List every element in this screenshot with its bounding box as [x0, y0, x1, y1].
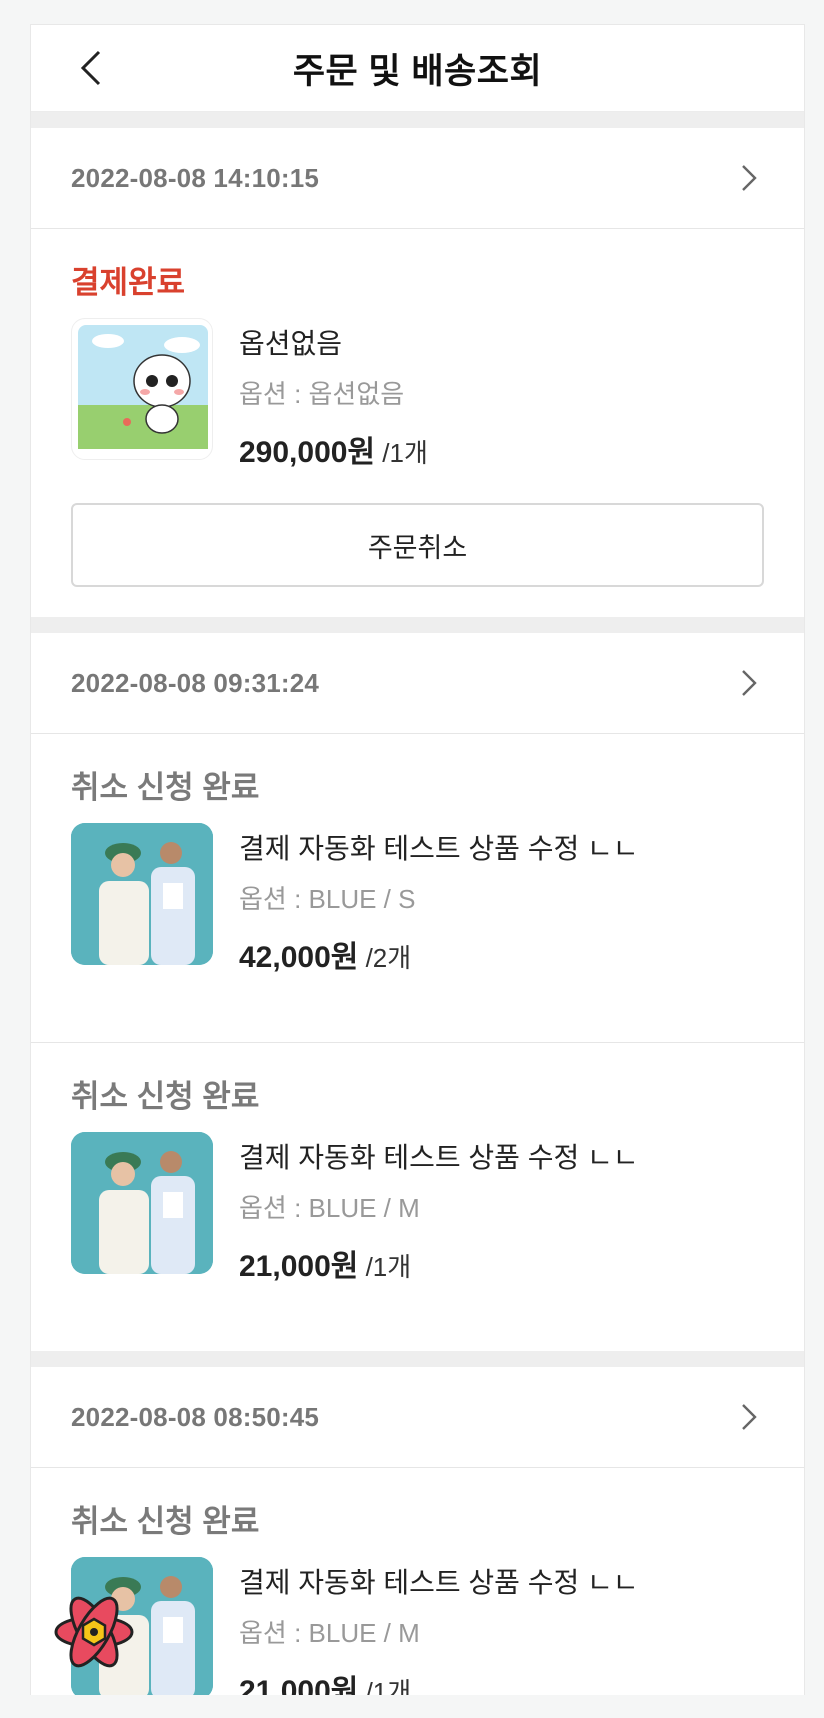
product-image[interactable]: [71, 318, 213, 460]
chevron-left-icon: [80, 50, 101, 86]
price-line: 290,000원 /1개: [239, 427, 428, 471]
section-divider: [31, 617, 804, 633]
chevron-right-icon: [734, 163, 764, 193]
product-price: 42,000원: [239, 941, 359, 974]
status-badge: 취소 신청 완료: [71, 1504, 260, 1539]
order-item: 결제완료 옵션없음 옵션: 옵션없음 290,000원 /1개 주문취소: [31, 229, 804, 587]
order-date: 2022-08-08 09:31:24: [71, 667, 320, 698]
product-image[interactable]: [71, 823, 213, 965]
chevron-right-icon: [734, 668, 764, 698]
product-name: 결제 자동화 테스트 상품 수정 ㄴㄴ: [239, 1142, 639, 1173]
order-header[interactable]: 2022-08-08 08:50:45: [31, 1367, 804, 1468]
cancel-order-button[interactable]: 주문취소: [71, 503, 764, 587]
back-button[interactable]: [69, 46, 113, 90]
status-badge: 결제완료: [71, 265, 186, 300]
product-price: 290,000원: [239, 436, 376, 469]
order-history-screen: 주문 및 배송조회 2022-08-08 14:10:15 결제완료 옵션없음 …: [30, 24, 805, 1695]
order-group: 2022-08-08 09:31:24 취소 신청 완료 결제 자동화 테스트 …: [31, 633, 804, 1351]
product-quantity: /2개: [358, 943, 412, 973]
react-devtools-icon[interactable]: [52, 1590, 136, 1674]
product-name: 옵션없음: [239, 328, 343, 359]
order-date: 2022-08-08 08:50:45: [71, 1401, 320, 1432]
section-divider: [31, 1351, 804, 1367]
order-group: 2022-08-08 14:10:15 결제완료 옵션없음 옵션: 옵션없음 …: [31, 128, 804, 587]
product-image[interactable]: [71, 1132, 213, 1274]
status-badge: 취소 신청 완료: [71, 1079, 260, 1114]
order-group: 2022-08-08 08:50:45 취소 신청 완료 결제 자동화 테스트 …: [31, 1367, 804, 1695]
product-option: 옵션 : BLUE / M: [239, 1193, 420, 1223]
page-title: 주문 및 배송조회: [292, 51, 543, 91]
product-name: 결제 자동화 테스트 상품 수정 ㄴㄴ: [239, 1567, 639, 1598]
product-option: 옵션 : BLUE / S: [239, 884, 416, 914]
product-price: 21,000원: [239, 1250, 359, 1283]
order-item: 취소 신청 완료 결제 자동화 테스트 상품 수정 ㄴㄴ 옵션 : BLUE /…: [31, 1468, 804, 1695]
order-header[interactable]: 2022-08-08 14:10:15: [31, 128, 804, 229]
product-option: 옵션 : 옵션없음: [239, 379, 405, 409]
product-price: 21,000원: [239, 1675, 359, 1695]
price-line: 42,000원 /2개: [239, 932, 639, 976]
product-option: 옵션 : BLUE / M: [239, 1618, 420, 1648]
order-date: 2022-08-08 14:10:15: [71, 162, 320, 193]
section-divider: [31, 112, 804, 128]
order-item: 취소 신청 완료 결제 자동화 테스트 상품 수정 ㄴㄴ 옵션 : BLUE /…: [31, 1042, 804, 1351]
order-header[interactable]: 2022-08-08 09:31:24: [31, 633, 804, 734]
product-quantity: /1개: [358, 1677, 412, 1695]
product-quantity: /1개: [358, 1252, 412, 1282]
header: 주문 및 배송조회: [31, 25, 804, 112]
status-badge: 취소 신청 완료: [71, 770, 260, 805]
price-line: 21,000원 /1개: [239, 1241, 639, 1285]
price-line: 21,000원 /1개: [239, 1666, 639, 1695]
product-quantity: /1개: [375, 438, 428, 468]
order-item: 취소 신청 완료 결제 자동화 테스트 상품 수정 ㄴㄴ 옵션 : BLUE /…: [31, 734, 804, 1042]
chevron-right-icon: [734, 1402, 764, 1432]
product-name: 결제 자동화 테스트 상품 수정 ㄴㄴ: [239, 833, 639, 864]
